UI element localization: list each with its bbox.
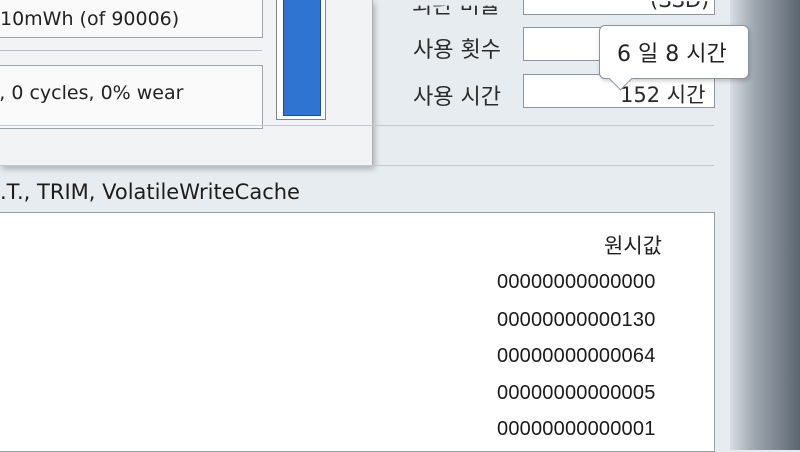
- raw-value-column-header[interactable]: 원시값: [604, 230, 662, 260]
- popup-divider: [0, 50, 262, 51]
- power-hours-label: 사용 시간: [413, 85, 501, 110]
- battery-capacity-text: 10mWh (of 90006): [0, 8, 180, 30]
- battery-status-text: l, 0 cycles, 0% wear: [0, 82, 184, 104]
- features-divider: [0, 165, 714, 166]
- section-divider: [0, 125, 714, 126]
- table-cell-raw-value: 00000000000001: [497, 418, 656, 440]
- power-hours-value: 152 시간: [620, 83, 706, 107]
- interface-value: (SSD): [650, 0, 710, 12]
- table-cell-raw-value: 00000000000130: [497, 309, 656, 331]
- tooltip-text: 6 일 8 시간: [617, 42, 727, 67]
- battery-level-bar: [283, 0, 321, 116]
- table-cell-raw-value: 00000000000064: [497, 345, 656, 367]
- supported-features-text: .T., TRIM, VolatileWriteCache: [0, 180, 300, 204]
- table-cell-raw-value: 00000000000000: [497, 271, 656, 293]
- table-cell-raw-value: 00000000000005: [497, 382, 656, 404]
- power-count-label: 사용 횟수: [413, 38, 501, 63]
